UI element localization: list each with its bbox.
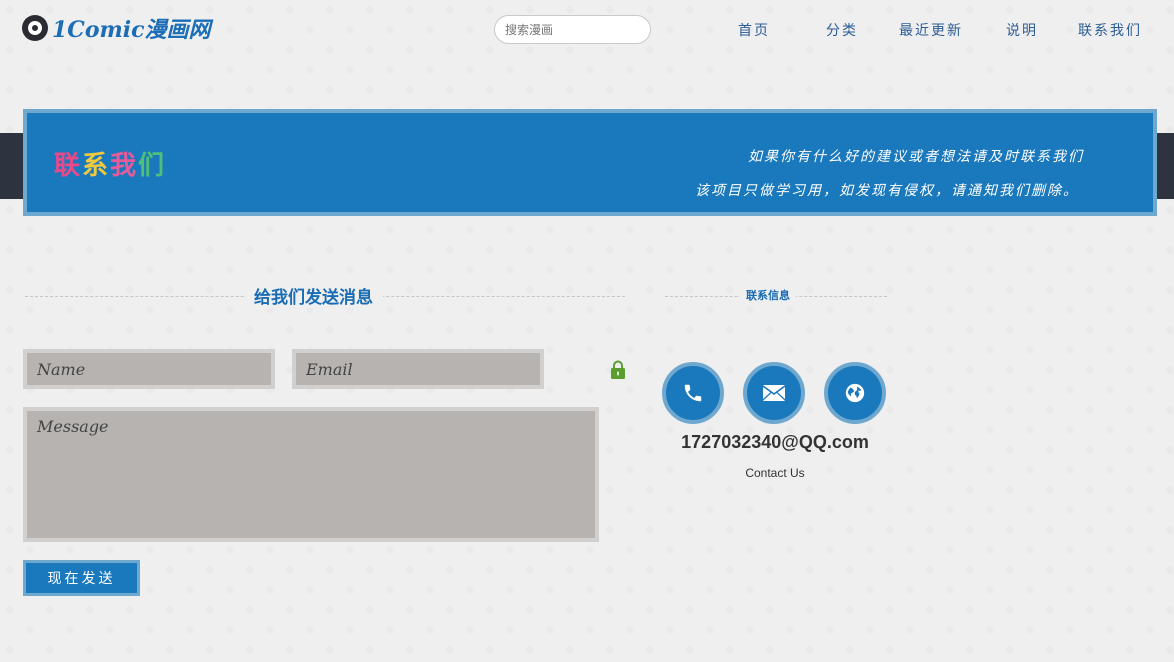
send-now-button[interactable]: 现在发送 — [23, 560, 140, 596]
message-section-heading: 给我们发送消息 — [244, 283, 383, 308]
message-field[interactable] — [23, 407, 599, 542]
banner-title-char: 们 — [138, 151, 167, 181]
globe-icon — [845, 383, 865, 403]
phone-button[interactable] — [662, 362, 724, 424]
logo-text: 1Comic漫画网 — [52, 17, 211, 43]
website-button[interactable] — [824, 362, 886, 424]
banner-title: 联系我们 — [54, 145, 166, 182]
contact-email[interactable]: 1727032340@QQ.com — [655, 432, 895, 453]
banner-title-char: 我 — [110, 151, 139, 181]
nav-category[interactable]: 分类 — [826, 20, 858, 40]
lock-icon — [611, 360, 625, 379]
nav-recent-updates[interactable]: 最近更新 — [899, 20, 963, 40]
nav-about[interactable]: 说明 — [1006, 20, 1038, 40]
logo-icon — [22, 15, 48, 41]
nav-home[interactable]: 首页 — [738, 20, 770, 40]
name-field[interactable] — [23, 349, 275, 389]
banner-title-char: 联 — [54, 151, 83, 181]
banner-text-line-1: 如果你有什么好的建议或者想法请及时联系我们 — [748, 149, 1084, 165]
phone-icon — [684, 384, 702, 402]
contact-us-label: Contact Us — [745, 466, 805, 480]
nav-contact-us[interactable]: 联系我们 — [1078, 20, 1142, 40]
contact-section-heading: 联系信息 — [740, 287, 796, 303]
envelope-icon — [762, 385, 786, 401]
site-logo[interactable]: 1Comic漫画网 — [22, 12, 211, 44]
email-button[interactable] — [743, 362, 805, 424]
banner-title-char: 系 — [82, 151, 111, 181]
search-input[interactable] — [494, 15, 651, 44]
email-field[interactable] — [292, 349, 544, 389]
banner-text-line-2: 该项目只做学习用，如发现有侵权，请通知我们删除。 — [695, 183, 1079, 199]
